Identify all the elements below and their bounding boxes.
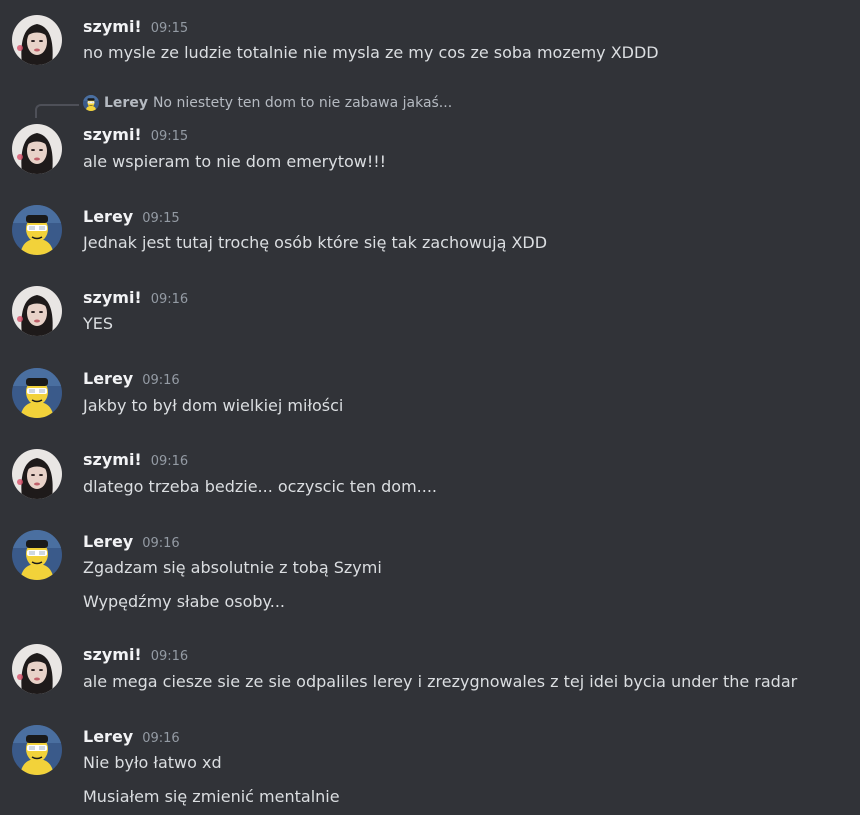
message-text: Wypędźmy słabe osoby...: [83, 592, 285, 611]
message-timestamp[interactable]: 09:16: [142, 731, 179, 746]
message-timestamp[interactable]: 09:16: [142, 536, 179, 551]
message-text: Musiałem się zmienić mentalnie: [83, 787, 340, 806]
szymi-avatar-icon[interactable]: [12, 286, 62, 336]
message-username[interactable]: szymi!: [83, 17, 142, 36]
message-username[interactable]: Lerey: [83, 727, 133, 746]
message-timestamp[interactable]: 09:16: [142, 373, 179, 388]
message-username[interactable]: Lerey: [83, 207, 133, 226]
message-username[interactable]: szymi!: [83, 288, 142, 307]
message-username[interactable]: szymi!: [83, 125, 142, 144]
message-username[interactable]: Lerey: [83, 369, 133, 388]
message-username[interactable]: szymi!: [83, 645, 142, 664]
message-timestamp[interactable]: 09:15: [151, 129, 188, 144]
message-username[interactable]: szymi!: [83, 450, 142, 469]
lerey-avatar-icon[interactable]: [12, 725, 62, 775]
message-timestamp[interactable]: 09:16: [151, 454, 188, 469]
szymi-avatar-icon[interactable]: [12, 449, 62, 499]
message-timestamp[interactable]: 09:16: [151, 649, 188, 664]
szymi-avatar-icon[interactable]: [12, 15, 62, 65]
reply-connector: [35, 104, 79, 118]
chat-messages-area: szymi! 09:15 no mysle ze ludzie totalnie…: [0, 0, 860, 815]
szymi-avatar-icon[interactable]: [12, 124, 62, 174]
message-text: Zgadzam się absolutnie z tobą Szymi: [83, 558, 382, 577]
message-text: no mysle ze ludzie totalnie nie mysla ze…: [83, 43, 659, 62]
message-text: ale mega ciesze sie ze sie odpaliles ler…: [83, 672, 798, 691]
szymi-avatar-icon[interactable]: [12, 644, 62, 694]
message-text: Jednak jest tutaj trochę osób które się …: [83, 233, 548, 252]
message-text: YES: [83, 314, 114, 333]
message-text: ale wspieram to nie dom emerytow!!!: [83, 152, 387, 171]
lerey-avatar-icon[interactable]: [12, 368, 62, 418]
message-text: dlatego trzeba bedzie... oczyscic ten do…: [83, 477, 438, 496]
reply-text[interactable]: No niestety ten dom to nie zabawa jakaś.…: [153, 95, 452, 111]
message-timestamp[interactable]: 09:15: [151, 21, 188, 36]
message-timestamp[interactable]: 09:16: [151, 292, 188, 307]
lerey-avatar-icon: [83, 95, 99, 111]
lerey-avatar-icon[interactable]: [12, 205, 62, 255]
message-text: Jakby to był dom wielkiej miłości: [83, 396, 344, 415]
message-timestamp[interactable]: 09:15: [142, 211, 179, 226]
message-username[interactable]: Lerey: [83, 532, 133, 551]
reply-username[interactable]: Lerey: [104, 95, 148, 111]
reply-preview[interactable]: Lerey No niestety ten dom to nie zabawa …: [83, 95, 452, 111]
lerey-avatar-icon[interactable]: [12, 530, 62, 580]
message-text: Nie było łatwo xd: [83, 753, 222, 772]
